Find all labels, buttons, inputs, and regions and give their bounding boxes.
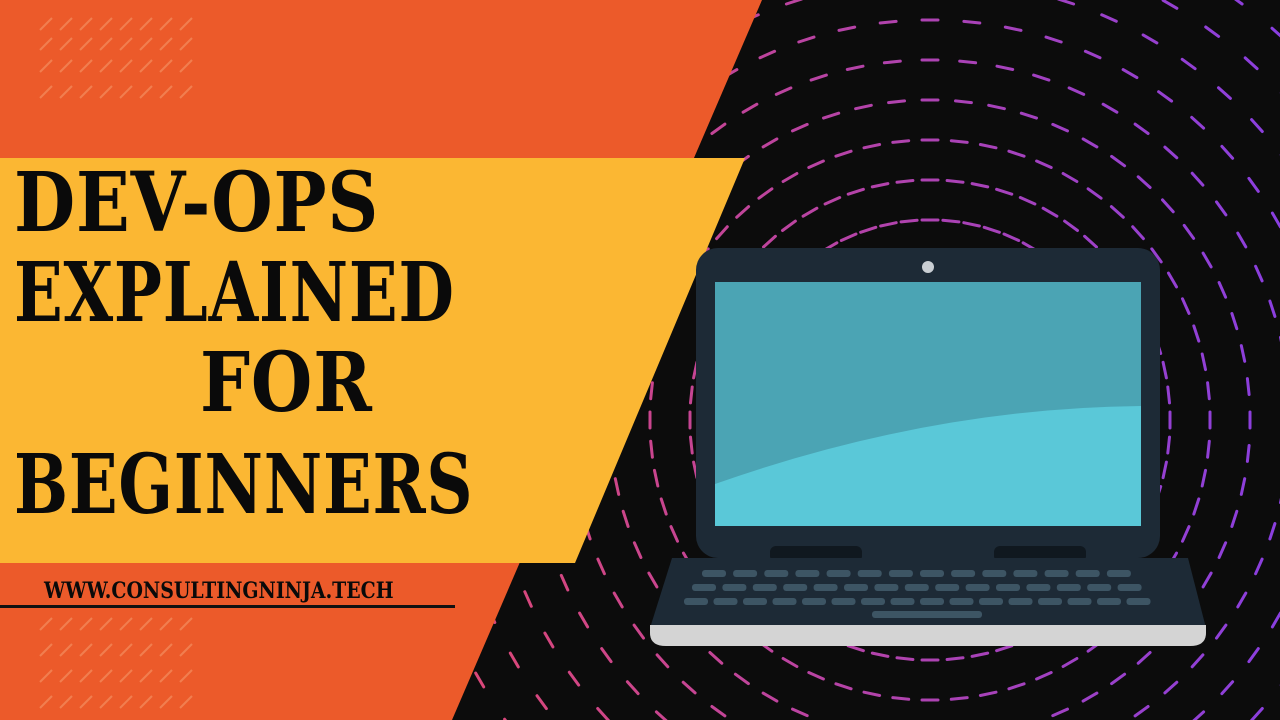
webcam-icon bbox=[922, 261, 934, 273]
title-line-3: FOR bbox=[200, 335, 373, 431]
laptop-front-edge bbox=[650, 625, 1206, 646]
laptop-icon bbox=[650, 248, 1206, 646]
title-line-4: BEGINNERS bbox=[14, 437, 474, 533]
title-block: DEV-OPS EXPLAINED FOR BEGINNERS bbox=[14, 160, 594, 560]
website-underline bbox=[0, 605, 455, 608]
title-line-1: DEV-OPS bbox=[14, 155, 380, 251]
title-line-2: EXPLAINED bbox=[14, 245, 455, 341]
website-url: WWW.CONSULTINGNINJA.TECH bbox=[44, 578, 394, 604]
